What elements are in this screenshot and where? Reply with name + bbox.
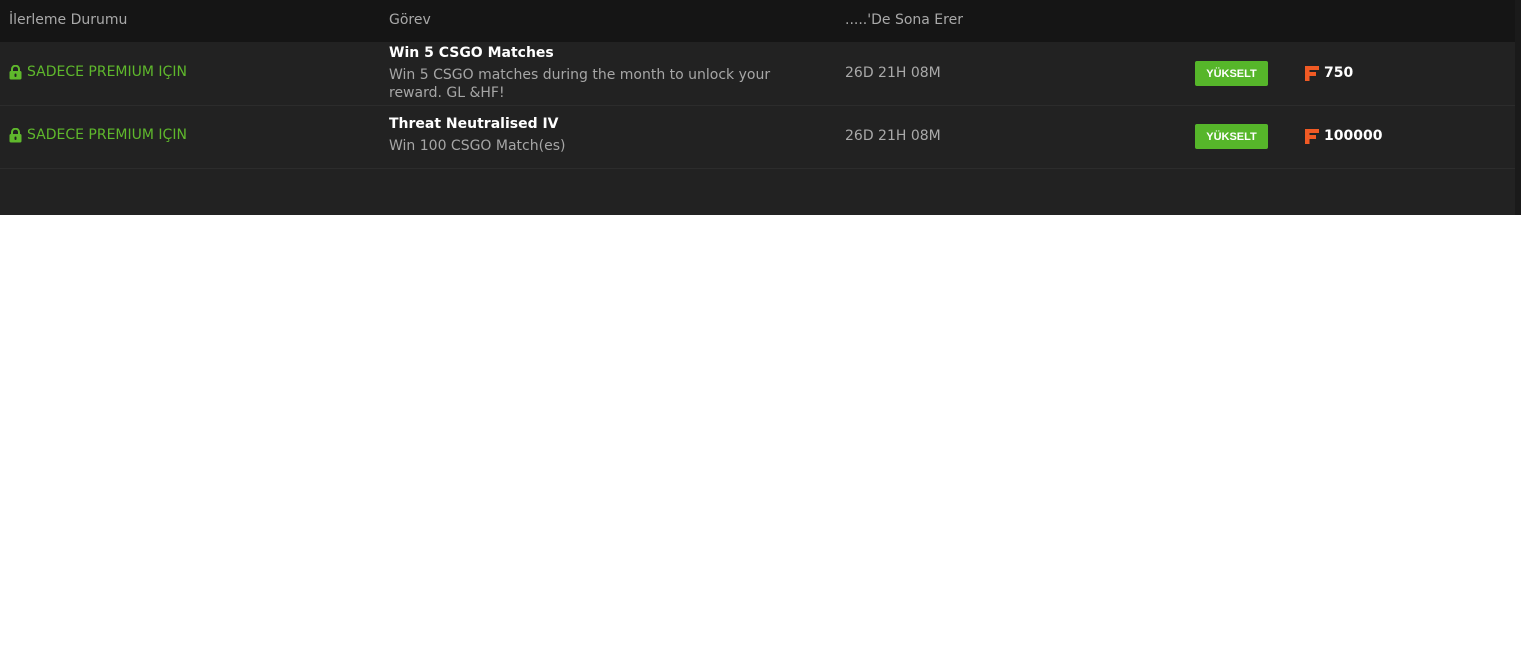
expires-time: 26D 21H 08M: [845, 128, 941, 144]
reward: 100000: [1305, 128, 1382, 144]
lock-icon: [9, 64, 22, 79]
premium-only-status: SADECE PREMIUM IÇIN: [9, 127, 187, 143]
header-progress: İlerleme Durumu: [9, 12, 128, 28]
reward: 750: [1305, 65, 1353, 81]
task-cell: Win 5 CSGO Matches Win 5 CSGO matches du…: [389, 45, 789, 102]
f-coin-icon: [1305, 65, 1319, 81]
f-coin-icon: [1305, 128, 1319, 144]
task-title: Threat Neutralised IV: [389, 116, 559, 132]
upgrade-button[interactable]: YÜKSELT: [1195, 61, 1268, 86]
premium-only-status: SADECE PREMIUM IÇIN: [9, 64, 187, 80]
lock-icon: [9, 127, 22, 142]
reward-amount: 100000: [1324, 128, 1383, 144]
reward-amount: 750: [1324, 65, 1354, 81]
status-label: SADECE PREMIUM IÇIN: [27, 64, 187, 80]
task-description: Win 5 CSGO matches during the month to u…: [389, 67, 771, 101]
table-header: İlerleme Durumu Görev .....'De Sona Erer: [0, 0, 1515, 42]
upgrade-button[interactable]: YÜKSELT: [1195, 124, 1268, 149]
table-row: SADECE PREMIUM IÇIN Win 5 CSGO Matches W…: [0, 43, 1515, 106]
expires-time: 26D 21H 08M: [845, 65, 941, 81]
scrollbar[interactable]: [1515, 0, 1521, 215]
header-task: Görev: [389, 12, 431, 28]
missions-panel: İlerleme Durumu Görev .....'De Sona Erer…: [0, 0, 1521, 215]
status-label: SADECE PREMIUM IÇIN: [27, 127, 187, 143]
header-expires: .....'De Sona Erer: [845, 12, 963, 28]
task-description: Win 100 CSGO Match(es): [389, 138, 566, 154]
table-row: SADECE PREMIUM IÇIN Threat Neutralised I…: [0, 106, 1515, 169]
task-cell: Threat Neutralised IV Win 100 CSGO Match…: [389, 116, 789, 155]
task-title: Win 5 CSGO Matches: [389, 45, 554, 61]
